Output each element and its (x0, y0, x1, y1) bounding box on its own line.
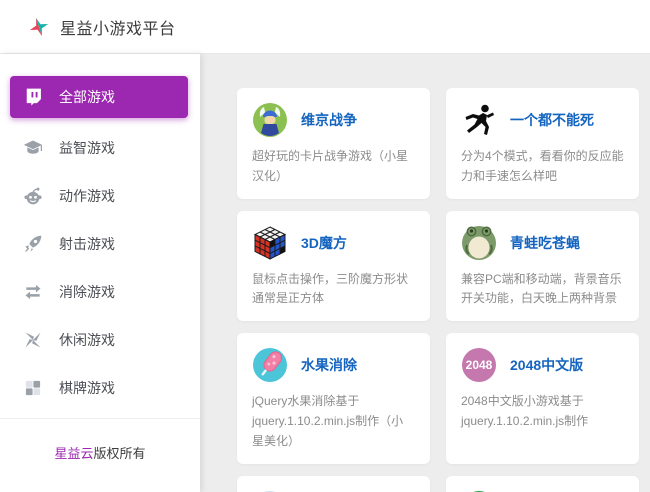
game-title-link[interactable]: 水果消除 (301, 355, 357, 375)
rubiks-cube-icon (252, 225, 288, 261)
rocket-icon (23, 234, 43, 254)
popsicle-icon (252, 347, 288, 383)
star-logo-icon[interactable] (28, 16, 50, 38)
app-header: 星益小游戏平台 (0, 0, 650, 54)
sidebar-item[interactable]: 棋牌游戏 (0, 364, 200, 412)
twitch-icon (23, 87, 43, 107)
sidebar-item[interactable]: 益智游戏 (0, 124, 200, 172)
app-window: 星益小游戏平台 全部游戏 益智游戏 (0, 0, 650, 492)
game-card-head: 一个都不能死 (461, 102, 624, 138)
game-title-link[interactable]: 青蛙吃苍蝇 (510, 233, 580, 253)
game-card[interactable]: 水果消除 jQuery水果消除基于jquery.1.10.2.min.js制作（… (237, 333, 430, 463)
game-card-head: 维京战争 (252, 102, 415, 138)
game-description: jQuery水果消除基于jquery.1.10.2.min.js制作（小星美化） (252, 392, 415, 451)
body-row: 全部游戏 益智游戏 动作游戏 (0, 54, 650, 492)
exchange-icon (23, 282, 43, 302)
sidebar-item-label: 消除游戏 (59, 282, 115, 302)
viking-icon (252, 102, 288, 138)
game-description: 超好玩的卡片战争游戏（小星汉化） (252, 147, 415, 187)
sidebar-item-label: 动作游戏 (59, 186, 115, 206)
app-title: 星益小游戏平台 (60, 15, 176, 39)
sidebar-item-label: 棋牌游戏 (59, 378, 115, 398)
sidebar-item-label: 益智游戏 (59, 138, 115, 158)
game-card-head: 2048 2048中文版 (461, 347, 624, 383)
sidebar-item[interactable]: 射击游戏 (0, 220, 200, 268)
sidebar-footer: 星益云版权所有 (0, 418, 200, 492)
sidebar-item[interactable]: 动作游戏 (0, 172, 200, 220)
main-content: 维京战争 超好玩的卡片战争游戏（小星汉化） 一个都不能死 分为4个模式，看看你的… (200, 54, 650, 492)
game-card-head: 3D魔方 (252, 225, 415, 261)
game-description: 分为4个模式，看看你的反应能力和手速怎么样吧 (461, 147, 624, 187)
game-card-head: 水果消除 (252, 347, 415, 383)
game-card-grid: 维京战争 超好玩的卡片战争游戏（小星汉化） 一个都不能死 分为4个模式，看看你的… (237, 88, 640, 492)
sidebar-item-label: 休闲游戏 (59, 330, 115, 350)
game-card-head: 青蛙吃苍蝇 (461, 225, 624, 261)
shuriken-icon (23, 330, 43, 350)
reddit-alien-icon (23, 186, 43, 206)
checkerboard-icon (23, 378, 43, 398)
sidebar-item[interactable]: 全部游戏 (10, 76, 188, 118)
frog-icon (461, 225, 497, 261)
copyright-text: 版权所有 (94, 446, 146, 461)
runner-icon (461, 102, 497, 138)
brand-link[interactable]: 星益云 (54, 446, 93, 461)
game-description: 2048中文版小游戏基于jquery.1.10.2.min.js制作 (461, 392, 624, 432)
game-card[interactable]: 2048 2048中文版 2048中文版小游戏基于jquery.1.10.2.m… (446, 333, 639, 463)
sidebar-item-label: 全部游戏 (59, 87, 115, 107)
game-title-link[interactable]: 2048中文版 (510, 355, 583, 375)
sidebar-item[interactable]: 休闲游戏 (0, 316, 200, 364)
sidebar: 全部游戏 益智游戏 动作游戏 (0, 54, 200, 492)
game-title-link[interactable]: 一个都不能死 (510, 110, 594, 130)
game-title-link[interactable]: 3D魔方 (301, 233, 347, 253)
game-2048-icon: 2048 (461, 347, 497, 383)
sidebar-nav: 全部游戏 益智游戏 动作游戏 (0, 54, 200, 412)
game-card[interactable]: 3D魔方 鼠标点击操作，三阶魔方形状通常是正方体 (237, 211, 430, 322)
game-card[interactable]: 跑酷小游戏 HTML5跑酷小游戏，按键盘空格键跳跃 (237, 476, 430, 492)
game-description: 鼠标点击操作，三阶魔方形状通常是正方体 (252, 270, 415, 310)
game-card[interactable]: 维京战争 超好玩的卡片战争游戏（小星汉化） (237, 88, 430, 199)
sidebar-item[interactable]: 消除游戏 (0, 268, 200, 316)
game-card[interactable]: 贪吃蛇2.0 JS网页版贪吃蛇小游戏，原生JS (446, 476, 639, 492)
graduation-cap-icon (23, 138, 43, 158)
game-card[interactable]: 一个都不能死 分为4个模式，看看你的反应能力和手速怎么样吧 (446, 88, 639, 199)
game-card[interactable]: 青蛙吃苍蝇 兼容PC端和移动端，背景音乐开关功能，白天晚上两种背景 (446, 211, 639, 322)
game-description: 兼容PC端和移动端，背景音乐开关功能，白天晚上两种背景 (461, 270, 624, 310)
sidebar-item-label: 射击游戏 (59, 234, 115, 254)
game-title-link[interactable]: 维京战争 (301, 110, 357, 130)
